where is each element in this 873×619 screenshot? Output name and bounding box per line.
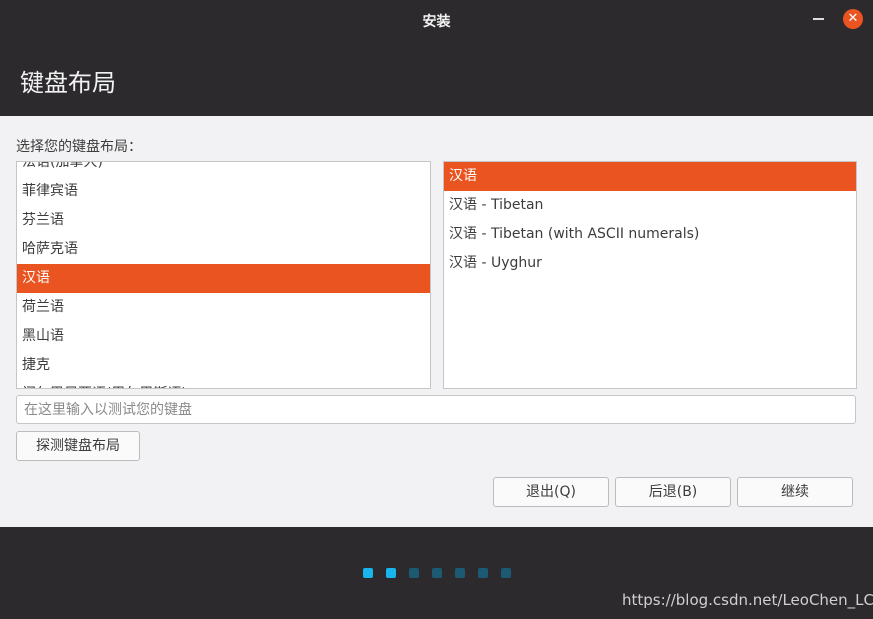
variant-list-rows: 汉语 汉语 - Tibetan 汉语 - Tibetan (with ASCII n… <box>444 162 856 278</box>
main-content: 选择您的键盘布局： 法语(加拿大)菲律宾语芬兰语哈萨克语汉语荷兰语黑山语捷克门尔… <box>0 116 873 527</box>
variant-list-item[interactable]: 汉语 - Tibetan <box>444 191 856 220</box>
layout-list-item[interactable]: 荷兰语 <box>17 293 430 322</box>
layout-list-item[interactable]: 汉语 <box>17 264 430 293</box>
layout-list-item[interactable]: 门尔巴尼亚语(巴尔巴斯语) <box>17 380 430 388</box>
progress-dot <box>501 568 511 578</box>
variant-list-item[interactable]: 汉语 - Tibetan (with ASCII numerals) <box>444 220 856 249</box>
close-icon[interactable]: ✕ <box>843 9 863 29</box>
variant-list-item[interactable]: 汉语 - Uyghur <box>444 249 856 278</box>
back-button[interactable]: 后退(B) <box>615 477 731 507</box>
progress-dot <box>432 568 442 578</box>
progress-dot <box>455 568 465 578</box>
page-header: 键盘布局 <box>0 38 873 116</box>
minimize-icon[interactable] <box>813 18 824 20</box>
window-title: 安装 <box>422 14 451 30</box>
layout-list-item[interactable]: 芬兰语 <box>17 206 430 235</box>
detect-layout-button[interactable]: 探测键盘布局 <box>16 431 140 461</box>
layout-prompt: 选择您的键盘布局： <box>16 139 142 155</box>
layout-list-item[interactable]: 捷克 <box>17 351 430 380</box>
layout-list[interactable]: 法语(加拿大)菲律宾语芬兰语哈萨克语汉语荷兰语黑山语捷克门尔巴尼亚语(巴尔巴斯语… <box>16 161 431 389</box>
progress-dot <box>386 568 396 578</box>
layout-list-item[interactable]: 哈萨克语 <box>17 235 430 264</box>
continue-button[interactable]: 继续 <box>737 477 853 507</box>
title-bar: 安装 ✕ <box>0 0 873 38</box>
watermark: https://blog.csdn.net/LeoChen_LC <box>622 591 873 609</box>
page-title: 键盘布局 <box>20 69 116 97</box>
layout-list-rows: 法语(加拿大)菲律宾语芬兰语哈萨克语汉语荷兰语黑山语捷克门尔巴尼亚语(巴尔巴斯语… <box>17 162 430 388</box>
variant-list[interactable]: 汉语 汉语 - Tibetan 汉语 - Tibetan (with ASCII n… <box>443 161 857 389</box>
layout-list-item[interactable]: 菲律宾语 <box>17 177 430 206</box>
progress-dot <box>363 568 373 578</box>
layout-list-item[interactable]: 黑山语 <box>17 322 430 351</box>
progress-dot <box>409 568 419 578</box>
footer: https://blog.csdn.net/LeoChen_LC <box>0 527 873 619</box>
keyboard-test-input[interactable] <box>16 395 856 424</box>
layout-list-item[interactable]: 法语(加拿大) <box>17 162 430 177</box>
variant-list-item[interactable]: 汉语 <box>444 162 856 191</box>
quit-button[interactable]: 退出(Q) <box>493 477 609 507</box>
progress-dot <box>478 568 488 578</box>
